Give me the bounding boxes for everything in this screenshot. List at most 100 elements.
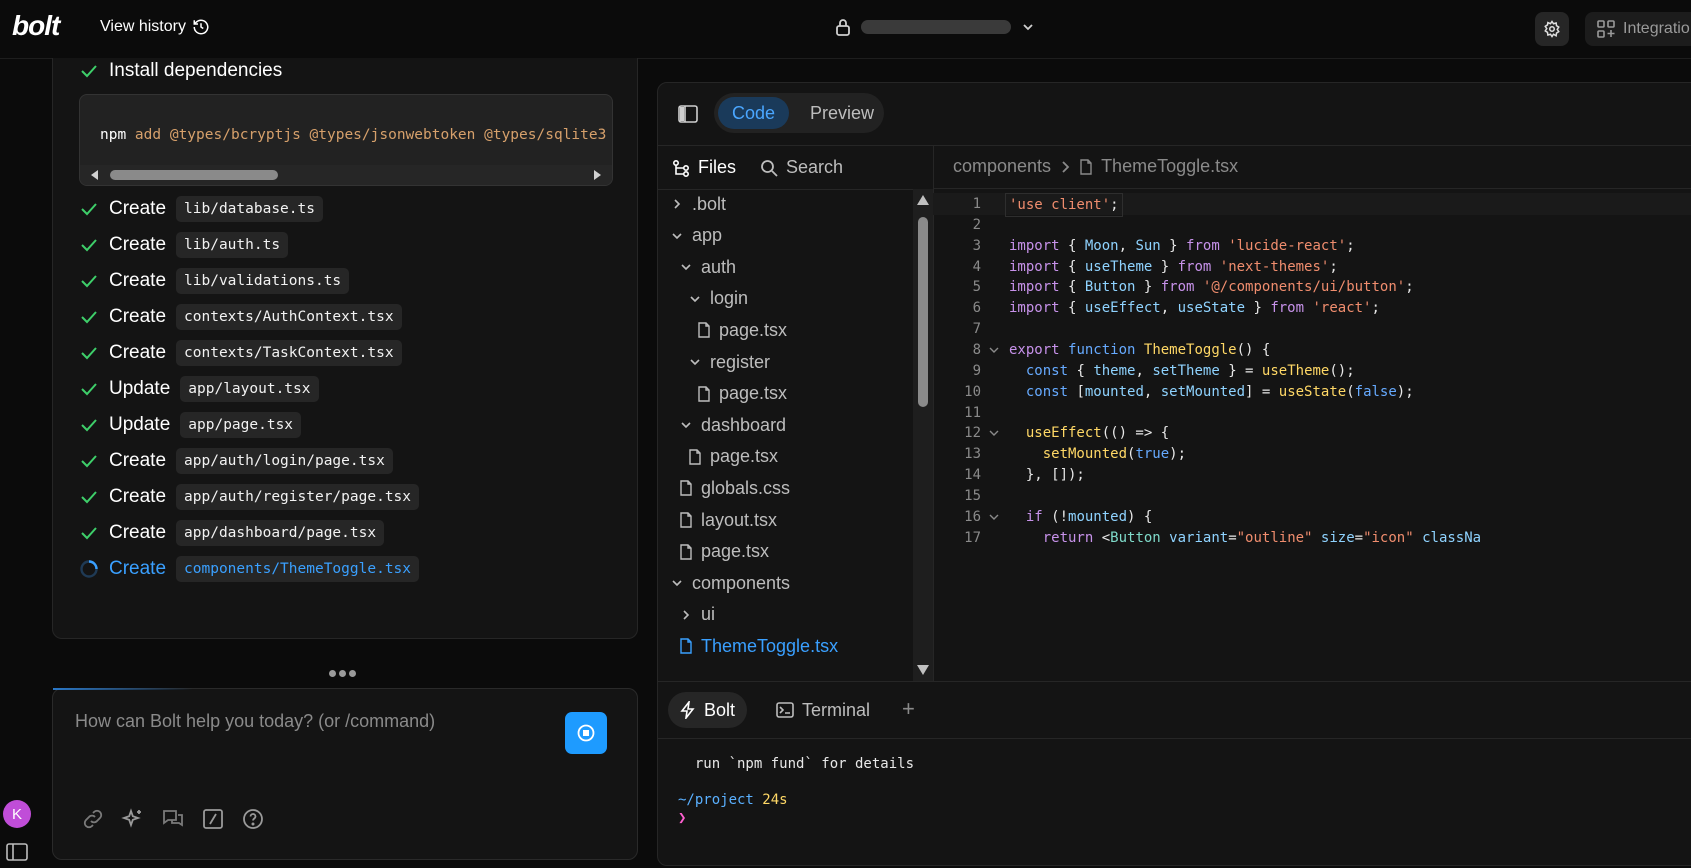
tab-terminal[interactable]: Terminal (764, 692, 882, 728)
step-file-chip[interactable]: app/page.tsx (180, 412, 302, 438)
tree-folder[interactable]: .bolt (670, 189, 726, 219)
workbench-panel: Code Preview Files Search .bolt app auth lo… (657, 82, 1691, 866)
integrations-button[interactable]: Integratio (1585, 12, 1691, 46)
search-tab[interactable]: Search (760, 157, 843, 178)
bolt-logo[interactable]: bolt (12, 10, 60, 42)
tree-folder[interactable]: app (670, 221, 722, 251)
check-icon (79, 379, 99, 399)
code-line: 9 const { theme, setTheme } = useTheme()… (933, 360, 1691, 382)
settings-button[interactable] (1535, 12, 1569, 46)
tree-file[interactable]: globals.css (679, 473, 790, 503)
tab-code[interactable]: Code (718, 97, 790, 129)
chevron-down-icon (670, 576, 684, 590)
step-file-chip[interactable]: app/dashboard/page.tsx (176, 520, 385, 546)
line-number: 16 (964, 508, 981, 525)
tree-folder[interactable]: dashboard (679, 410, 786, 440)
tree-item-label: globals.css (701, 477, 791, 498)
file-tree-scrollbar[interactable] (913, 189, 933, 681)
step-verb: Create (109, 558, 167, 579)
code-editor[interactable]: 1'use client'; 2 3 import { Moon, Sun } fro… (933, 189, 1691, 681)
sparkle-enhance-icon[interactable] (121, 807, 145, 831)
line-content: if (!mounted) { (1025, 508, 1153, 525)
fold-chevron-icon[interactable] (989, 422, 999, 444)
slash-command-icon[interactable] (201, 807, 225, 831)
workbench-header: Code Preview (658, 83, 1691, 146)
help-icon[interactable] (241, 807, 265, 831)
step-file-chip[interactable]: lib/database.ts (176, 196, 323, 222)
tree-file[interactable]: page.tsx (697, 315, 787, 345)
scroll-down-icon[interactable] (917, 665, 929, 675)
check-icon (79, 235, 99, 255)
add-terminal-button[interactable]: + (902, 696, 915, 722)
check-icon (79, 61, 99, 81)
chevron-down-icon (679, 418, 693, 432)
fold-chevron-icon[interactable] (989, 339, 999, 361)
step-verb: Create (109, 486, 167, 507)
tree-folder[interactable]: ui (679, 600, 715, 630)
tree-folder[interactable]: components (670, 568, 790, 598)
code-line: 15 (933, 485, 1691, 507)
sidebar-toggle-icon[interactable] (6, 843, 28, 861)
tree-item-label: page.tsx (719, 319, 788, 340)
terminal-tabs-bar: Bolt Terminal + (658, 681, 1691, 739)
tab-bolt-terminal[interactable]: Bolt (668, 692, 748, 728)
terminal-icon (776, 702, 794, 718)
view-history-button[interactable]: View history (100, 18, 210, 36)
search-icon (760, 159, 778, 177)
step-item: Create app/dashboard/page.tsx (79, 520, 385, 546)
step-file-chip[interactable]: lib/auth.ts (176, 232, 289, 258)
scrollbar-thumb[interactable] (918, 217, 928, 407)
tree-file[interactable]: page.tsx (697, 379, 787, 409)
step-file-chip[interactable]: app/layout.tsx (180, 376, 319, 402)
chevron-down-icon (1021, 20, 1035, 34)
step-verb: Create (109, 522, 167, 543)
line-content: import { Moon, Sun } from 'lucide-react'… (1009, 237, 1355, 254)
fold-chevron-icon[interactable] (989, 506, 999, 528)
terminal-output[interactable]: run `npm fund` for details ~/project 24s… (678, 755, 914, 827)
project-selector[interactable] (835, 18, 1035, 36)
step-file-chip[interactable]: contexts/TaskContext.tsx (176, 340, 402, 366)
step-file-chip[interactable]: lib/validations.ts (176, 268, 350, 294)
step-verb: Update (109, 378, 171, 399)
step-file-chip[interactable]: components/ThemeToggle.tsx (176, 556, 420, 582)
breadcrumb-file[interactable]: ThemeToggle.tsx (1101, 156, 1238, 177)
stop-generation-button[interactable] (565, 712, 607, 754)
user-avatar[interactable]: K (3, 800, 31, 828)
scroll-left-icon[interactable] (90, 170, 100, 180)
tree-file[interactable]: ThemeToggle.tsx (679, 631, 838, 661)
scroll-up-icon[interactable] (917, 195, 929, 205)
line-number: 14 (964, 467, 981, 484)
horizontal-scrollbar[interactable] (80, 165, 612, 185)
step-install-dependencies: Install dependencies (79, 60, 282, 82)
tree-item-label: app (692, 225, 723, 246)
line-number: 3 (972, 237, 981, 254)
discuss-chat-icon[interactable] (161, 807, 185, 831)
files-tab[interactable]: Files (672, 157, 736, 178)
tree-folder[interactable]: register (688, 347, 770, 377)
line-content: export function ThemeToggle() { (1009, 341, 1271, 358)
code-line: 7 (933, 318, 1691, 340)
line-number: 13 (964, 446, 981, 463)
chat-prompt-input[interactable] (73, 709, 537, 773)
tree-item-label: login (710, 288, 749, 309)
tree-file[interactable]: page.tsx (679, 537, 769, 567)
step-file-chip[interactable]: app/auth/login/page.tsx (176, 448, 393, 474)
tree-folder[interactable]: auth (679, 252, 736, 282)
step-file-chip[interactable]: contexts/AuthContext.tsx (176, 304, 402, 330)
toggle-file-tree-icon[interactable] (678, 105, 698, 123)
line-number: 12 (964, 425, 981, 442)
step-file-chip[interactable]: app/auth/register/page.tsx (176, 484, 420, 510)
tree-item-label: .bolt (692, 193, 727, 214)
line-number: 10 (964, 383, 981, 400)
chevron-down-icon (670, 229, 684, 243)
tree-file[interactable]: layout.tsx (679, 505, 777, 535)
tree-folder[interactable]: login (688, 284, 748, 314)
tree-file[interactable]: page.tsx (688, 442, 778, 472)
line-content: useEffect(() => { (1025, 425, 1170, 442)
scroll-right-icon[interactable] (592, 170, 602, 180)
breadcrumb-folder[interactable]: components (953, 156, 1051, 177)
step-label: Install dependencies (109, 60, 283, 81)
attach-link-icon[interactable] (81, 807, 105, 831)
scrollbar-thumb[interactable] (110, 170, 278, 180)
tab-preview[interactable]: Preview (796, 97, 888, 129)
